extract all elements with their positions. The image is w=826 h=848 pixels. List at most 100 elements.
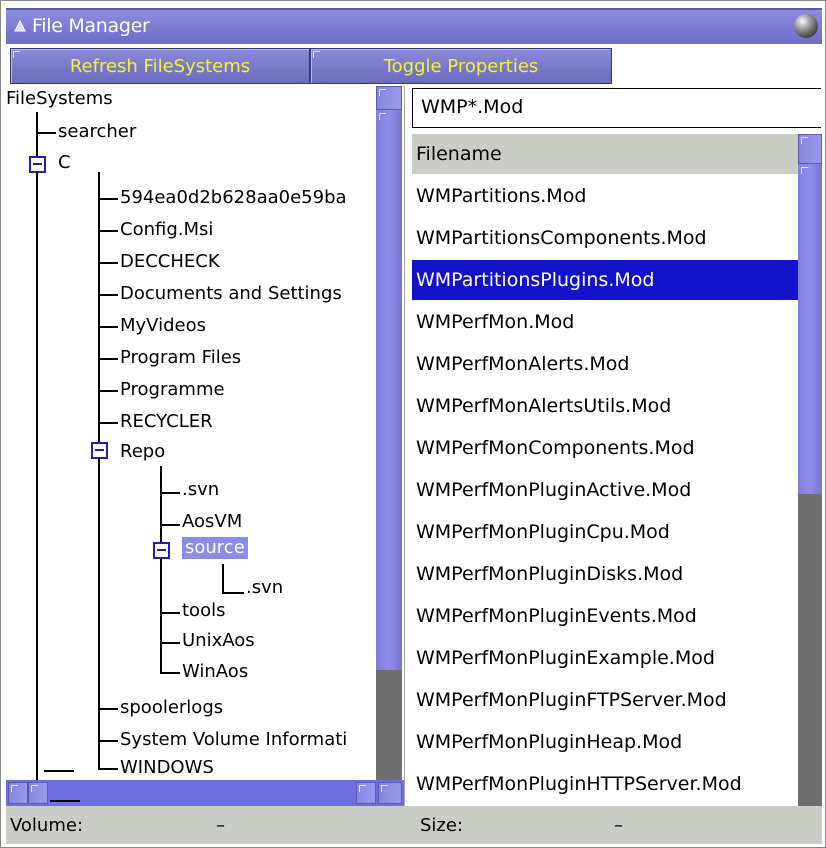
toggle-properties-button[interactable]: Toggle Properties bbox=[310, 48, 612, 84]
file-list-item[interactable]: WMPerfMonPluginDisks.Mod bbox=[412, 554, 798, 594]
button-corner-icon bbox=[11, 785, 18, 792]
collapse-repo-icon[interactable] bbox=[91, 442, 108, 459]
tree-node-folder[interactable]: MyVideos bbox=[120, 315, 206, 337]
window-icon bbox=[14, 20, 26, 32]
file-list-item[interactable]: WMPartitions.Mod bbox=[412, 176, 798, 216]
toolbar: Refresh FileSystems Toggle Properties bbox=[6, 44, 822, 86]
status-bar: Volume: – Size: – bbox=[6, 806, 822, 844]
file-list-item[interactable]: WMPerfMonPluginEvents.Mod bbox=[412, 596, 798, 636]
close-orb-icon[interactable] bbox=[794, 14, 818, 38]
tree-node-folder[interactable]: WINDOWS bbox=[120, 757, 214, 779]
scroll-up-button[interactable] bbox=[376, 86, 402, 110]
toggle-properties-label: Toggle Properties bbox=[383, 55, 539, 77]
tree-connector bbox=[98, 230, 118, 232]
tree-node-folder[interactable]: .svn bbox=[182, 479, 219, 501]
tree-node-folder[interactable]: Programme bbox=[120, 379, 225, 401]
refresh-filesystems-button[interactable]: Refresh FileSystems bbox=[10, 48, 310, 84]
filename-column-label: Filename bbox=[416, 143, 502, 165]
tree-connector bbox=[98, 294, 118, 296]
tree-node-folder[interactable]: DECCHECK bbox=[120, 251, 220, 273]
file-list-item[interactable]: WMPerfMonAlertsUtils.Mod bbox=[412, 386, 798, 426]
tree-connector bbox=[36, 132, 56, 134]
file-list-item[interactable]: WMPerfMonAlerts.Mod bbox=[412, 344, 798, 384]
file-list-item[interactable]: WMPerfMonPluginExample.Mod bbox=[412, 638, 798, 678]
button-corner-icon bbox=[31, 785, 38, 792]
tree-node-folder[interactable]: AosVM bbox=[182, 511, 242, 533]
file-list-item[interactable]: WMPerfMonPluginHTTPServer.Mod bbox=[412, 764, 798, 804]
collapse-source-icon[interactable] bbox=[153, 542, 170, 559]
tree-node-repo[interactable]: Repo bbox=[120, 441, 165, 463]
tree-node-folder[interactable]: RECYCLER bbox=[120, 411, 213, 433]
size-label: Size: bbox=[420, 815, 464, 836]
tree-vertical-scrollbar[interactable] bbox=[376, 86, 402, 780]
tree-node-c[interactable]: C bbox=[58, 152, 71, 174]
button-corner-icon bbox=[13, 51, 20, 58]
tree-node-folder[interactable]: System Volume Informati bbox=[120, 729, 347, 751]
tree-node-folder[interactable]: .svn bbox=[246, 577, 283, 599]
tree-connector bbox=[98, 390, 118, 392]
tree-connector bbox=[160, 672, 180, 674]
tree-connector bbox=[160, 524, 180, 526]
tree-connector bbox=[160, 612, 180, 614]
button-corner-icon bbox=[379, 89, 386, 96]
tree-connector bbox=[222, 592, 244, 594]
volume-label: Volume: bbox=[10, 815, 84, 836]
tree-node-folder[interactable]: WinAos bbox=[182, 661, 248, 683]
tree-node-source-selected[interactable]: source bbox=[182, 537, 248, 559]
tree-node-searcher[interactable]: searcher bbox=[58, 121, 136, 143]
tree-scroll-thumb[interactable] bbox=[376, 110, 402, 670]
file-list-item[interactable]: WMPartitionsComponents.Mod bbox=[412, 218, 798, 258]
tree-connector bbox=[98, 740, 118, 742]
button-corner-icon bbox=[381, 785, 388, 792]
size-value: – bbox=[614, 815, 623, 836]
scroll-thumb-h[interactable] bbox=[28, 782, 48, 804]
tree-node-folder[interactable]: UnixAos bbox=[182, 630, 255, 652]
tree-connector bbox=[36, 112, 38, 780]
tree-node-folder[interactable]: Documents and Settings bbox=[120, 283, 342, 305]
tree-connector bbox=[98, 198, 118, 200]
tree-node-folder[interactable]: spoolerlogs bbox=[120, 697, 223, 719]
tree-node-folder[interactable]: 594ea0d2b628aa0e59ba bbox=[120, 187, 347, 209]
collapse-c-icon[interactable] bbox=[29, 156, 46, 173]
tree-connector bbox=[98, 358, 118, 360]
scroll-up-button[interactable] bbox=[798, 134, 822, 164]
tree-connector bbox=[98, 768, 118, 770]
tree-connector bbox=[50, 800, 80, 802]
filename-filter bbox=[412, 88, 821, 128]
filesystem-tree[interactable]: FileSystems searcher C 594ea0d2b628aa0e5… bbox=[6, 86, 378, 780]
thumb-corner-icon bbox=[801, 167, 808, 174]
file-list-item[interactable]: WMPerfMonPluginFTPServer.Mod bbox=[412, 680, 798, 720]
filename-filter-input[interactable] bbox=[413, 89, 809, 125]
tree-connector bbox=[160, 492, 180, 494]
tree-node-filesystems[interactable]: FileSystems bbox=[6, 88, 113, 110]
filename-column-header[interactable]: Filename bbox=[412, 134, 798, 174]
file-list-vertical-scrollbar[interactable] bbox=[798, 134, 822, 806]
tree-node-folder[interactable]: tools bbox=[182, 600, 225, 622]
tree-connector bbox=[160, 642, 180, 644]
file-list[interactable]: WMPartitions.Mod WMPartitionsComponents.… bbox=[412, 176, 798, 806]
refresh-filesystems-label: Refresh FileSystems bbox=[69, 55, 251, 77]
title-bar[interactable]: File Manager bbox=[6, 8, 822, 44]
scroll-right-button[interactable] bbox=[356, 782, 376, 804]
file-list-item[interactable]: WMPerfMonPluginHeap.Mod bbox=[412, 722, 798, 762]
file-list-item[interactable]: WMPerfMonComponents.Mod bbox=[412, 428, 798, 468]
tree-node-folder[interactable]: Config.Msi bbox=[120, 219, 213, 241]
tree-connector bbox=[98, 326, 118, 328]
button-corner-icon bbox=[313, 51, 320, 58]
tree-horizontal-scrollbar[interactable] bbox=[6, 780, 404, 806]
button-corner-icon bbox=[801, 137, 808, 144]
tree-node-folder[interactable]: Program Files bbox=[120, 347, 241, 369]
thumb-corner-icon bbox=[379, 113, 386, 120]
file-list-scroll-thumb[interactable] bbox=[798, 164, 822, 494]
file-list-item[interactable]: WMPerfMonPluginCpu.Mod bbox=[412, 512, 798, 552]
file-list-item[interactable]: WMPerfMon.Mod bbox=[412, 302, 798, 342]
tree-connector bbox=[98, 422, 118, 424]
window-title: File Manager bbox=[32, 15, 150, 37]
file-manager-window: File Manager Refresh FileSystems Toggle … bbox=[0, 0, 826, 848]
scroll-corner-button[interactable] bbox=[378, 782, 402, 804]
file-list-item[interactable]: WMPerfMonPluginActive.Mod bbox=[412, 470, 798, 510]
file-list-item-selected[interactable]: WMPartitionsPlugins.Mod bbox=[412, 260, 798, 300]
scroll-left-button[interactable] bbox=[8, 782, 28, 804]
tree-connector bbox=[98, 708, 118, 710]
button-corner-icon bbox=[359, 785, 366, 792]
